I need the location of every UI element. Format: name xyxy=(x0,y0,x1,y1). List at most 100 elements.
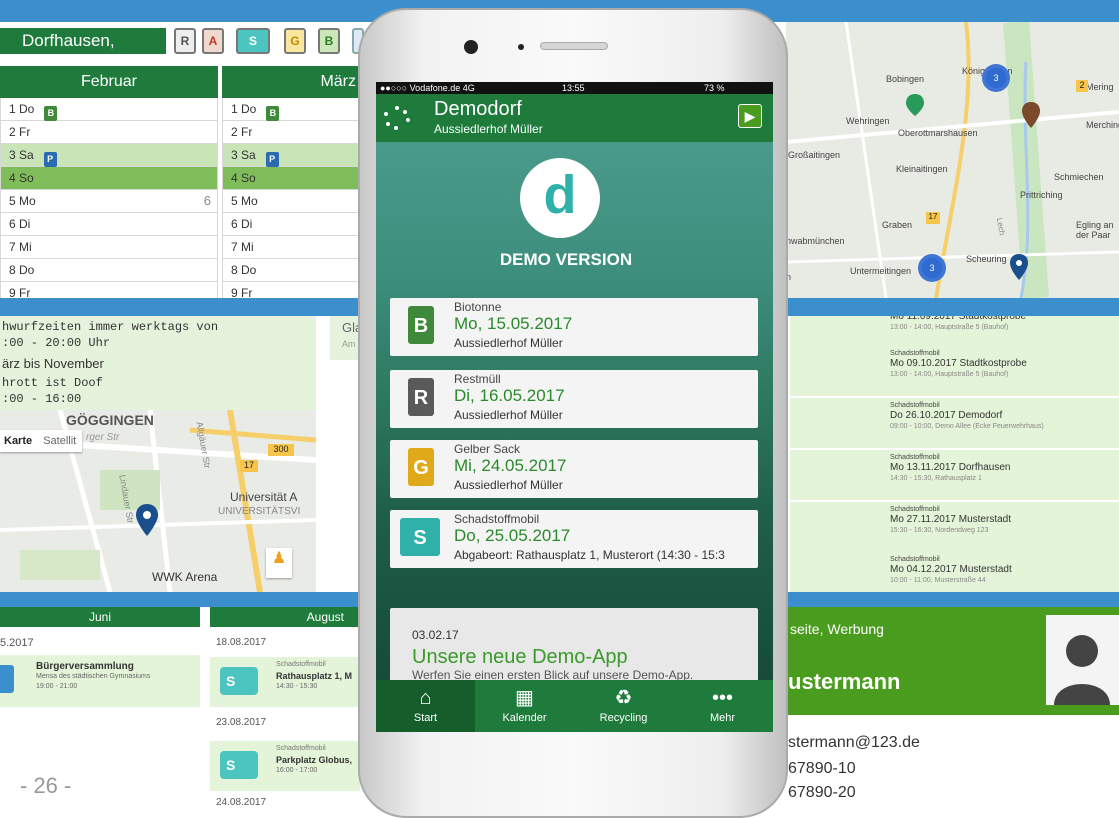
event-sub: Mensa des städtischen Gymnasiums xyxy=(36,673,151,680)
calendar-day-row[interactable]: 7 Mi xyxy=(222,236,360,259)
event-card[interactable]: S Schadstoffmobil Rathausplatz 1, M 14:3… xyxy=(210,657,360,707)
place-label: Egling an der Paar xyxy=(1076,220,1114,240)
event-title: Bürgerversammlung xyxy=(36,661,134,672)
event-type: Schadstoffmobil xyxy=(890,454,940,461)
event-type: Schadstoffmobil xyxy=(890,350,940,357)
event-addr: 10:00 - 11:00, Musterstraße 44 xyxy=(890,577,986,584)
event-card[interactable]: Bürgerversammlung Mensa des städtischen … xyxy=(0,655,200,707)
event-addr: 15:30 - 16:30, Nordendweg 123 xyxy=(890,527,989,534)
tab-satellit[interactable]: Satellit xyxy=(39,435,80,447)
calendar-day-row[interactable]: 7 Mi xyxy=(0,236,218,259)
schadstoff-filter-icon[interactable]: S xyxy=(236,28,270,54)
event-type: Schadstoffmobil xyxy=(276,661,326,668)
day-label: 6 Di xyxy=(231,217,253,231)
recycling-pin-icon[interactable] xyxy=(906,94,924,116)
region-map[interactable]: BobingenKönigsbrunnMeringWehringenOberot… xyxy=(786,22,1119,298)
event-time: 16:00 - 17:00 xyxy=(276,767,318,774)
place-label: Wehringen xyxy=(846,116,890,126)
cluster-marker[interactable]: 3 xyxy=(982,64,1010,92)
tab-recycling[interactable]: ♻ Recycling xyxy=(574,680,673,732)
tab-kalender[interactable]: ▦ Kalender xyxy=(475,680,574,732)
page-number: - 26 - xyxy=(20,773,72,798)
event-title: Mo 04.12.2017 Musterstadt xyxy=(890,564,1012,575)
calendar-day-row[interactable]: 6 Di xyxy=(0,213,218,236)
calendar-day-row[interactable]: 2 Fr xyxy=(222,121,360,144)
papier-icon: P xyxy=(265,152,279,167)
card-title: Biotonne xyxy=(454,300,502,314)
pickup-card[interactable]: B Biotonne Mo, 15.05.2017 Aussiedlerhof Mül… xyxy=(390,298,758,356)
day-label: 2 Fr xyxy=(231,125,253,139)
altpapier-filter-icon[interactable]: A xyxy=(202,28,224,54)
cluster-marker[interactable]: 3 xyxy=(918,254,946,282)
map-pin-icon[interactable] xyxy=(136,504,158,536)
clock: 13:55 xyxy=(562,83,585,93)
event-row[interactable]: Schadstoffmobil Mo 09.10.2017 Stadtkostpr… xyxy=(790,346,1119,396)
calendar-day-row[interactable]: 1 Do B xyxy=(222,98,360,121)
app-header: Demodorf Aussiedlerhof Müller ▶ xyxy=(376,94,773,142)
place-label: Großaitingen xyxy=(788,150,841,160)
place-label: Untermeitingen xyxy=(850,266,912,276)
pickup-card[interactable]: S Schadstoffmobil Do, 25.05.2017 Abgabeort:… xyxy=(390,510,758,568)
road-sign: 2 xyxy=(1076,80,1088,92)
calendar-icon xyxy=(0,665,14,693)
mini-map[interactable]: GÖGGINGEN Karte Satellit rger Str 300 17… xyxy=(0,410,316,592)
event-card[interactable]: S Schadstoffmobil Parkplatz Globus, 16:0… xyxy=(210,741,360,791)
calendar-day-row[interactable]: 5 Mo 6 xyxy=(0,190,218,213)
battery: 73 % xyxy=(704,83,725,93)
biotonne-icon: B xyxy=(44,106,58,121)
calendar-day-row[interactable]: 6 Di xyxy=(222,213,360,236)
event-title: Mo 13.11.2017 Dorfhausen xyxy=(890,462,1011,473)
card-sub: Aussiedlerhof Müller xyxy=(454,336,563,350)
demo-label: DEMO VERSION xyxy=(499,250,633,269)
place-label: Universität A xyxy=(230,490,298,504)
place-label: Schmiechen xyxy=(1054,172,1104,182)
chevron-right-icon[interactable]: ▶ xyxy=(738,104,762,128)
calendar-column-march: März 1 Do B 2 Fr 3 Sa P 4 So 5 Mo 6 Di 7 Mi 8 Do 9… xyxy=(222,66,360,298)
date-label: 24.08.2017 xyxy=(216,797,267,808)
map-pin-icon[interactable] xyxy=(1022,102,1040,128)
calendar-day-row[interactable]: 4 So xyxy=(0,167,218,190)
calendar-day-row[interactable]: 8 Do xyxy=(0,259,218,282)
day-label: 7 Mi xyxy=(9,240,32,254)
calendar-day-row[interactable]: 3 Sa P xyxy=(222,144,360,167)
schadstoff-icon: S xyxy=(220,667,258,695)
event-addr: 13:00 - 14:00, Hauptstraße 5 (Bauhof) xyxy=(890,324,1009,331)
event-row[interactable]: Schadstoffmobil Mo 13.11.2017 Dorfhausen 1… xyxy=(790,450,1119,500)
pickup-card[interactable]: G Gelber Sack Mi, 24.05.2017 Aussiedlerhof … xyxy=(390,440,758,498)
calendar-day-row[interactable]: 4 So xyxy=(222,167,360,190)
restmuell-filter-icon[interactable]: R xyxy=(174,28,196,54)
news-title: Unsere neue Demo-App xyxy=(412,646,628,668)
calendar-day-row[interactable]: 3 Sa P xyxy=(0,144,218,167)
profile-fax: 67890-20 xyxy=(788,784,856,801)
event-type: Schadstoffmobil xyxy=(276,745,326,752)
event-title: Mo 11.09.2017 Stadtkostprobe xyxy=(890,316,1027,322)
place-label: Mering xyxy=(1086,82,1114,92)
calendar-day-row[interactable]: 5 Mo xyxy=(222,190,360,213)
calendar-day-row[interactable]: 9 Fr xyxy=(0,282,218,298)
event-time: 14:30 - 15:30 xyxy=(276,683,318,690)
gelber-sack-filter-icon[interactable]: G xyxy=(284,28,306,54)
location-selector[interactable]: Dorfhausen, Weiler xyxy=(0,28,166,76)
event-row[interactable]: Schadstoffmobil Mo 04.12.2017 Musterstadt… xyxy=(790,552,1119,592)
biotonne-filter-icon[interactable]: B xyxy=(318,28,340,54)
calendar-day-row[interactable]: 2 Fr xyxy=(0,121,218,144)
event-addr: 14:30 - 15:30, Rathausplatz 1 xyxy=(890,475,982,482)
info-heading: ärz bis November xyxy=(2,356,104,371)
news-card[interactable]: 03.02.17 Unsere neue Demo-App Werfen Sie… xyxy=(390,608,758,688)
road-sign: 300 xyxy=(268,444,294,456)
info-side-text: Gla Am xyxy=(330,316,362,360)
pickup-card[interactable]: R Restmüll Di, 16.05.2017 Aussiedlerhof Mül… xyxy=(390,370,758,428)
card-date: Mi, 24.05.2017 xyxy=(454,456,567,475)
tab-start[interactable]: ⌂ Start xyxy=(376,680,475,732)
road-sign: 17 xyxy=(240,460,258,472)
calendar-day-row[interactable]: 9 Fr xyxy=(222,282,360,298)
event-row[interactable]: Schadstoffmobil Mo 27.11.2017 Musterstadt… xyxy=(790,502,1119,552)
news-date: 03.02.17 xyxy=(412,628,459,642)
map-pin-icon[interactable] xyxy=(1010,254,1028,280)
street-view-icon[interactable]: ♟ xyxy=(266,548,292,578)
calendar-day-row[interactable]: 1 Do B xyxy=(0,98,218,121)
tab-mehr[interactable]: ••• Mehr xyxy=(673,680,772,732)
tab-karte[interactable]: Karte xyxy=(0,435,36,447)
calendar-day-row[interactable]: 8 Do xyxy=(222,259,360,282)
event-row[interactable]: Schadstoffmobil Do 26.10.2017 Demodorf 09:… xyxy=(790,398,1119,448)
